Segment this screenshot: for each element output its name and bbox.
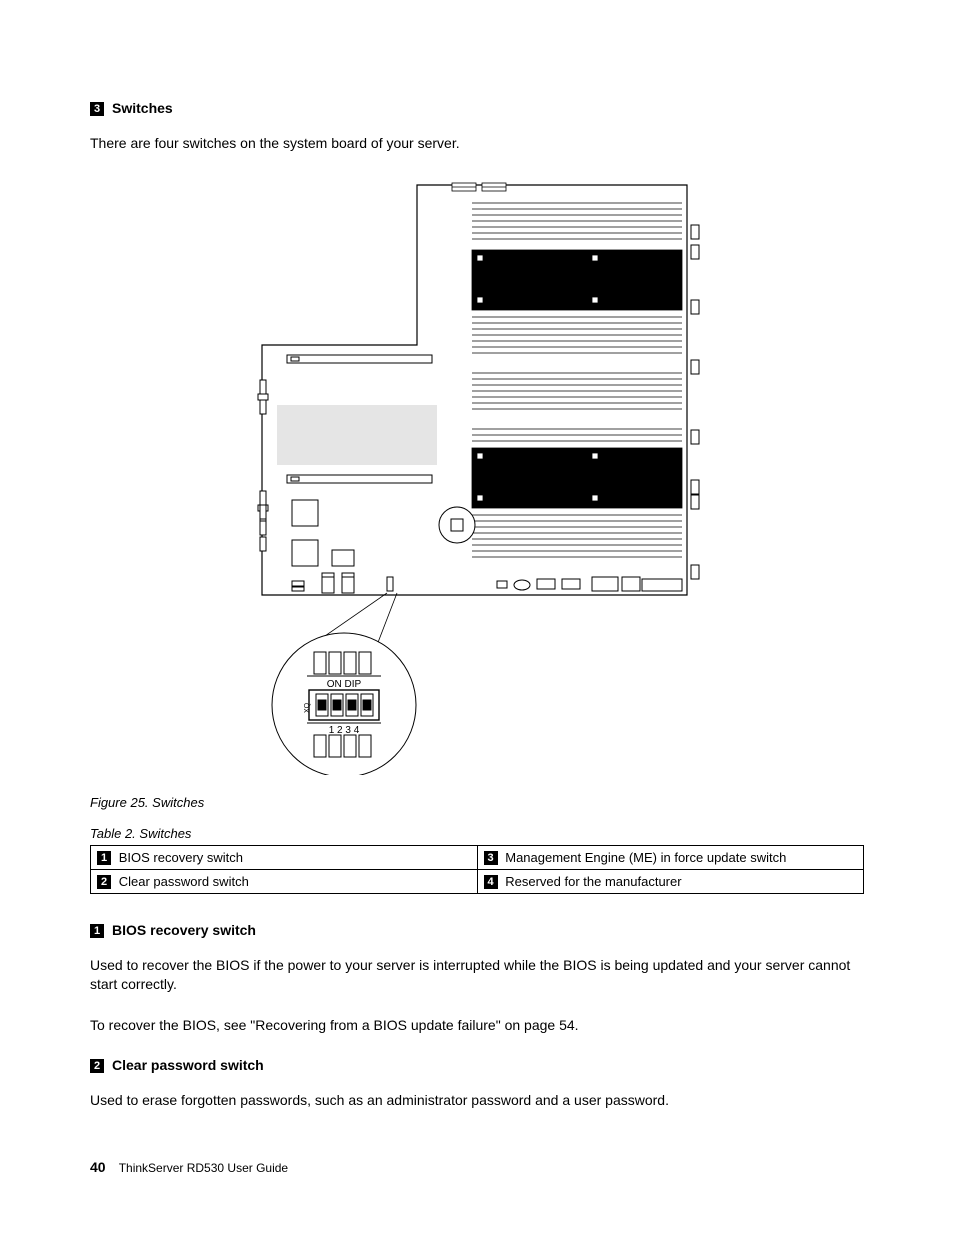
table-cell: 4 Reserved for the manufacturer	[477, 869, 864, 893]
heading-switches: 3 Switches	[90, 100, 864, 116]
table-row: 1 BIOS recovery switch 3 Management Engi…	[91, 845, 864, 869]
table-cell: 3 Management Engine (ME) in force update…	[477, 845, 864, 869]
paragraph: Used to erase forgotten passwords, such …	[90, 1091, 864, 1110]
motherboard-diagram: ON DIP XQ 1 2 3 4	[247, 175, 707, 775]
dip-nums: 1 2 3 4	[329, 725, 360, 736]
heading-text: Switches	[112, 100, 173, 116]
cell-text: Management Engine (ME) in force update s…	[505, 850, 786, 865]
heading-text: BIOS recovery switch	[112, 922, 256, 938]
heading-bios-recovery: 1 BIOS recovery switch	[90, 922, 864, 938]
doc-title: ThinkServer RD530 User Guide	[119, 1161, 288, 1175]
callout-badge: 2	[97, 875, 111, 889]
table-title: Switches	[139, 826, 191, 841]
table-row: 2 Clear password switch 4 Reserved for t…	[91, 869, 864, 893]
callout-badge: 1	[97, 851, 111, 865]
heading-text: Clear password switch	[112, 1057, 264, 1073]
dip-label-top: ON DIP	[327, 679, 362, 690]
table-caption: Table 2. Switches	[90, 826, 864, 841]
intro-paragraph: There are four switches on the system bo…	[90, 134, 864, 153]
svg-text:XQ: XQ	[304, 702, 311, 713]
figure-number: Figure 25.	[90, 795, 149, 810]
paragraph: To recover the BIOS, see "Recovering fro…	[90, 1016, 864, 1035]
table-cell: 2 Clear password switch	[91, 869, 478, 893]
callout-badge: 1	[90, 924, 104, 938]
page-number: 40	[90, 1159, 106, 1175]
cell-text: Clear password switch	[119, 874, 249, 889]
callout-badge: 3	[90, 102, 104, 116]
heading-clear-password: 2 Clear password switch	[90, 1057, 864, 1073]
table-number: Table 2.	[90, 826, 136, 841]
callout-badge: 2	[90, 1059, 104, 1073]
switches-table: 1 BIOS recovery switch 3 Management Engi…	[90, 845, 864, 894]
callout-badge: 3	[484, 851, 498, 865]
table-cell: 1 BIOS recovery switch	[91, 845, 478, 869]
figure-wrap: ON DIP XQ 1 2 3 4	[90, 175, 864, 775]
cell-text: Reserved for the manufacturer	[505, 874, 681, 889]
page-footer: 40 ThinkServer RD530 User Guide	[90, 1159, 288, 1175]
figure-title: Switches	[152, 795, 204, 810]
cell-text: BIOS recovery switch	[119, 850, 243, 865]
document-page: 3 Switches There are four switches on th…	[0, 0, 954, 1235]
paragraph: Used to recover the BIOS if the power to…	[90, 956, 864, 994]
figure-caption: Figure 25. Switches	[90, 795, 864, 810]
callout-badge: 4	[484, 875, 498, 889]
